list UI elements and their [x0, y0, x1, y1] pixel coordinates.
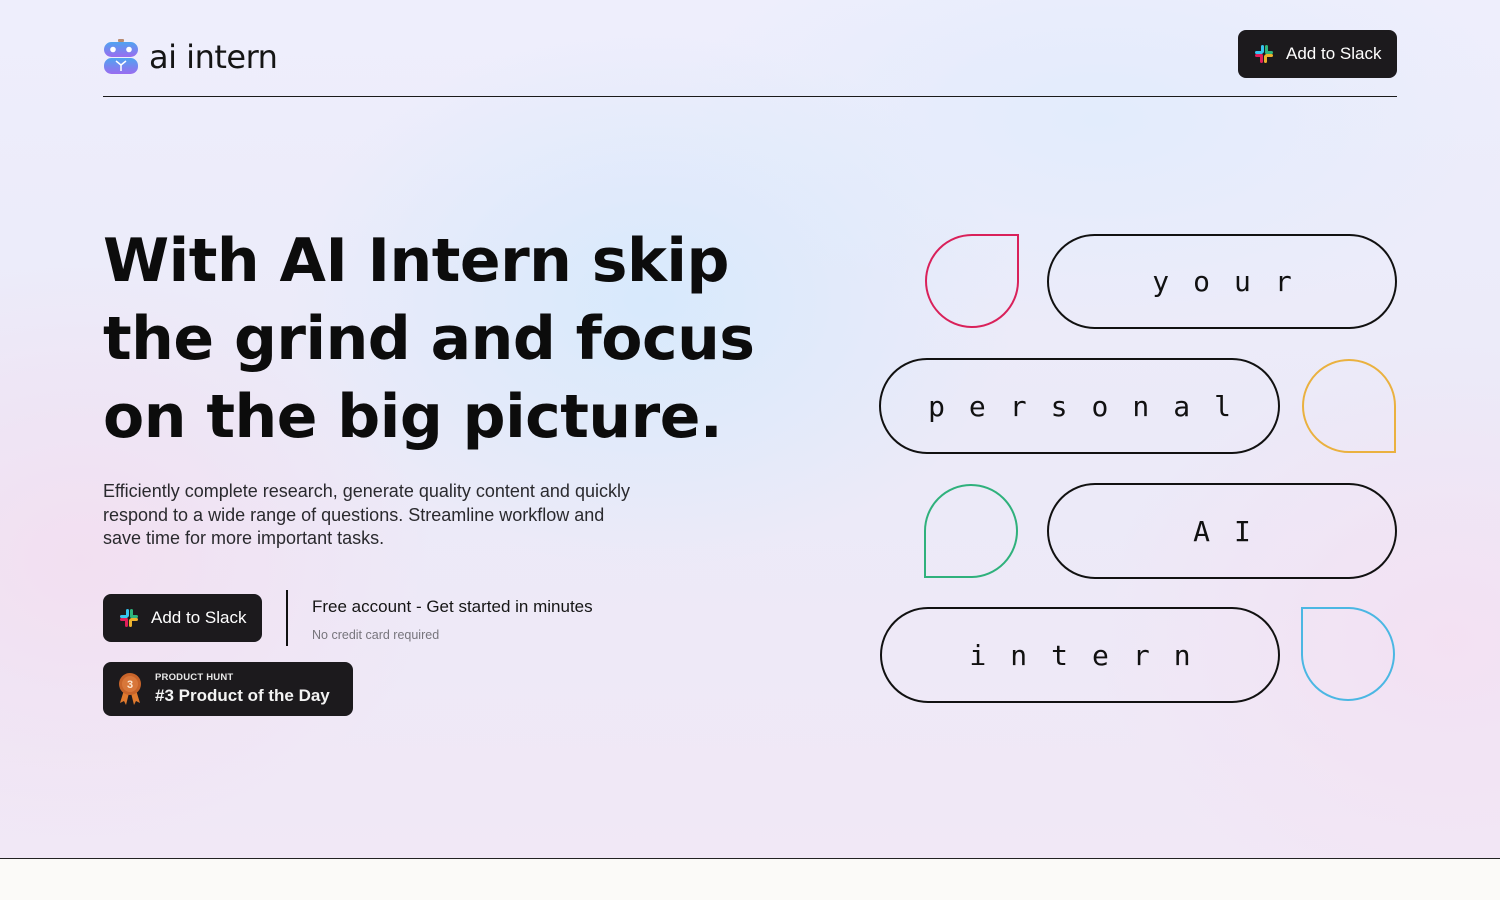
next-section [0, 860, 1500, 900]
hero-cta-label: Add to Slack [151, 608, 247, 627]
word-pill-your: your [1047, 234, 1397, 329]
cta-row: Add to Slack Free account - Get started … [103, 590, 593, 646]
word-pill-intern: intern [880, 607, 1280, 703]
word-ai: AI [1193, 514, 1275, 548]
medal-icon: 3 [119, 673, 141, 705]
cta-note-text: No credit card required [312, 628, 440, 642]
badge-text: PRODUCT HUNT #3 Product of the Day [155, 672, 330, 706]
hero-headline: With AI Intern skip the grind and focus … [103, 226, 755, 452]
word-personal: personal [928, 389, 1255, 423]
blue-droplet-shape [1301, 607, 1395, 701]
badge-eyebrow: PRODUCT HUNT [155, 672, 234, 683]
header-cta-label: Add to Slack [1286, 44, 1382, 63]
slack-icon [120, 609, 138, 627]
header-add-to-slack-button[interactable]: Add to Slack [1238, 30, 1397, 78]
badge-title: #3 Product of the Day [155, 686, 330, 705]
cta-info: Free account - Get started in minutes No… [312, 590, 593, 642]
logo[interactable]: ai intern [103, 38, 278, 76]
hero-subtext: Efficiently complete research, generate … [103, 481, 630, 548]
site-header: ai intern Add to Slack [103, 30, 1397, 97]
red-droplet-shape [925, 234, 1019, 328]
word-pill-ai: AI [1047, 483, 1397, 579]
cta-main-text: Free account - Get started in minutes [312, 597, 593, 616]
word-pill-personal: personal [879, 358, 1280, 454]
green-droplet-shape [924, 484, 1018, 578]
hero-add-to-slack-button[interactable]: Add to Slack [103, 594, 262, 642]
medal-rank: 3 [127, 679, 133, 691]
yellow-droplet-shape [1302, 359, 1396, 453]
word-intern: intern [969, 638, 1215, 672]
slack-icon [1255, 45, 1273, 63]
robot-logo-icon [104, 39, 138, 74]
divider [286, 590, 288, 646]
product-hunt-badge[interactable]: 3 PRODUCT HUNT #3 Product of the Day [103, 662, 353, 716]
word-your: your [1152, 265, 1316, 298]
brand-name: ai intern [149, 38, 278, 76]
